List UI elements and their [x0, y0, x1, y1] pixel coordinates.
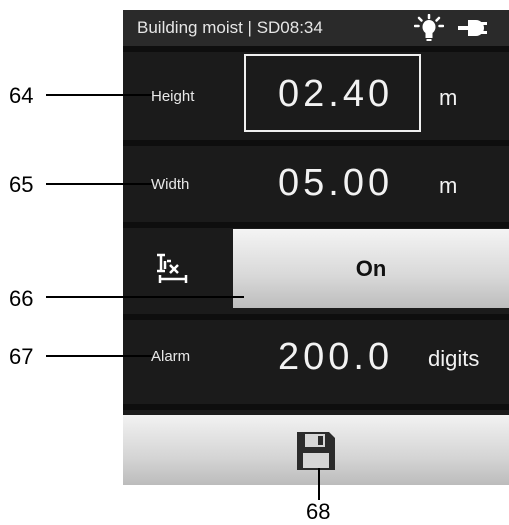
alarm-label: Alarm: [151, 348, 191, 365]
device-screen: Building moist | SD08:34 Height 02.40 m …: [123, 10, 509, 485]
alarm-unit: digits: [428, 346, 480, 371]
status-title: Building moist | SD08:34: [137, 18, 323, 37]
divider: [123, 314, 509, 320]
toggle-button[interactable]: On: [233, 229, 509, 308]
callout-number: 68: [306, 499, 331, 524]
height-unit: m: [439, 85, 458, 110]
floppy-disk-save-icon: [295, 430, 337, 477]
callout-line: [46, 355, 152, 357]
save-button[interactable]: [123, 415, 509, 485]
callout-number: 67: [9, 344, 34, 369]
height-value[interactable]: 02.40: [278, 73, 393, 116]
callout-number: 66: [9, 286, 34, 311]
callout-number: 65: [9, 172, 34, 197]
divider: [123, 46, 509, 52]
callout-line: [46, 296, 244, 298]
divider: [123, 222, 509, 228]
toggle-label: On: [355, 255, 387, 281]
bulb-icon: [413, 13, 445, 47]
callout-line: [46, 94, 152, 96]
callout-line: [318, 468, 320, 500]
status-bar: Building moist | SD08:34: [123, 10, 509, 46]
divider: [123, 404, 509, 410]
callout-line: [46, 183, 152, 185]
width-label: Width: [151, 176, 190, 193]
height-label: Height: [151, 88, 195, 105]
width-unit: m: [439, 173, 458, 198]
range-icon: [154, 251, 190, 290]
divider: [123, 140, 509, 146]
callout-number: 64: [9, 83, 34, 108]
alarm-value[interactable]: 200.0: [278, 336, 393, 379]
width-value[interactable]: 05.00: [278, 162, 393, 205]
plug-icon: [458, 19, 488, 42]
